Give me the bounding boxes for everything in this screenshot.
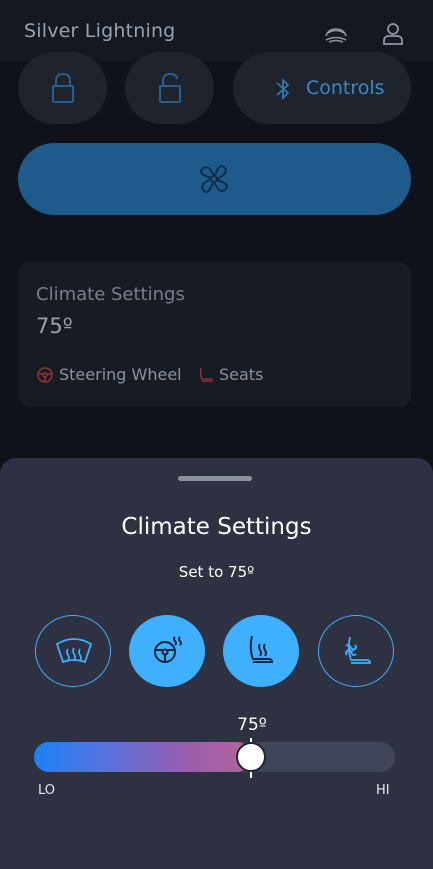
ventilated-seat-button[interactable] [318, 615, 394, 687]
seat-icon [199, 367, 213, 382]
heated-steering-wheel-button[interactable] [129, 615, 205, 687]
defrost-button[interactable] [35, 615, 111, 687]
unlock-button[interactable] [125, 52, 214, 124]
heated-seat-button[interactable] [223, 615, 299, 687]
lock-button[interactable] [18, 52, 107, 124]
heated-seat-icon [249, 635, 274, 663]
heated-steering-wheel-icon [154, 636, 182, 663]
ventilated-seat-icon [344, 636, 371, 664]
defrost-icon [55, 638, 93, 664]
card-tag-steering-wheel: Steering Wheel [59, 365, 182, 384]
sheet-subtitle: Set to 75º [178, 563, 255, 581]
vehicle-name: Silver Lightning [24, 20, 176, 42]
climate-card[interactable]: Climate Settings 75º Steering Wheel Seat… [18, 262, 411, 407]
slider-lo-label: LO [38, 783, 56, 798]
card-temperature: 75º [36, 314, 73, 338]
unlock-icon [159, 72, 181, 103]
user-icon[interactable] [380, 21, 406, 47]
temperature-slider-thumb[interactable] [235, 742, 266, 772]
bluetooth-icon [276, 77, 290, 101]
sheet-title: Climate Settings [121, 514, 312, 540]
slider-hi-label: HI [376, 783, 390, 798]
card-title: Climate Settings [36, 284, 185, 305]
card-tag-seats: Seats [219, 365, 264, 384]
slider-value-label: 75º [237, 715, 267, 735]
temperature-slider-fill [34, 742, 251, 772]
climate-bottom-sheet: Climate Settings Set to 75º 75º LO HI [0, 458, 433, 869]
fan-icon [200, 165, 228, 193]
car-icon[interactable] [323, 21, 349, 47]
temperature-slider-track[interactable] [34, 742, 395, 772]
controls-label: Controls [306, 77, 385, 99]
sheet-drag-handle[interactable] [178, 476, 252, 481]
fan-button[interactable] [18, 143, 411, 215]
steering-wheel-icon [37, 367, 53, 383]
lock-icon [52, 72, 74, 103]
